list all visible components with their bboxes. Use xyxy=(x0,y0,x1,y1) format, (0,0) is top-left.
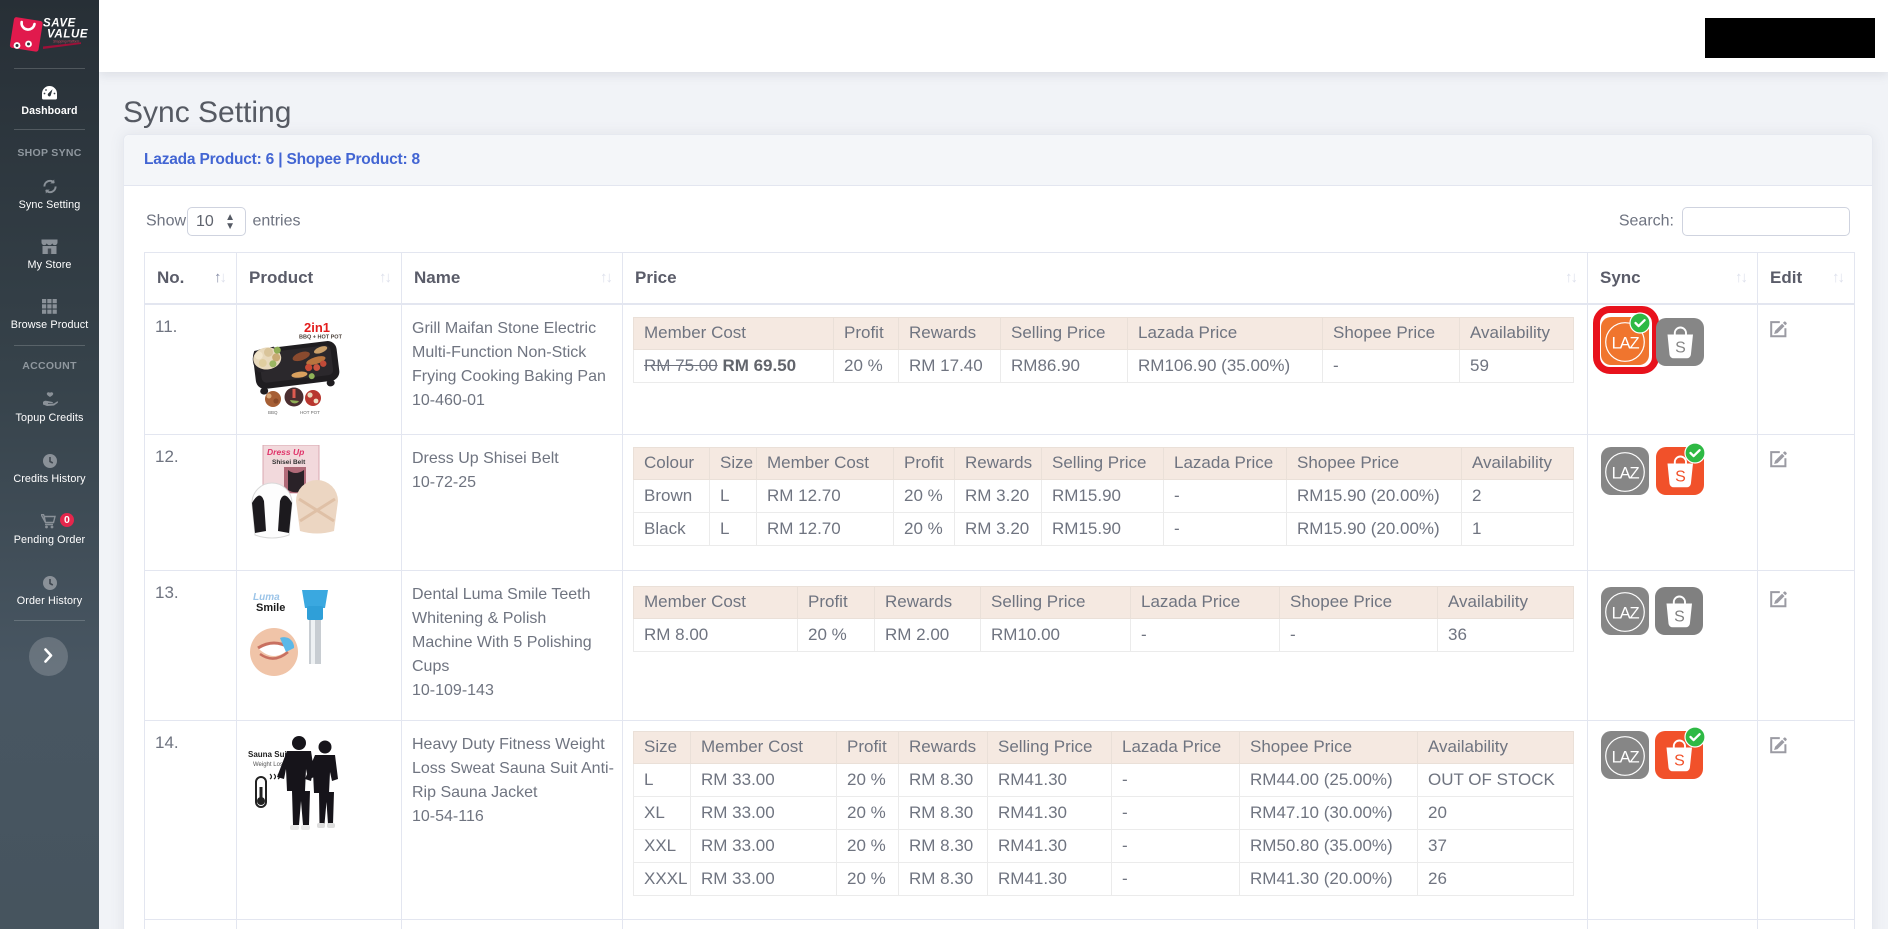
svg-text:LAZ: LAZ xyxy=(1612,604,1640,622)
svg-text:BBQ: BBQ xyxy=(268,410,278,415)
svg-text:HOT POT: HOT POT xyxy=(300,410,320,415)
svg-text:Smile: Smile xyxy=(256,602,285,614)
svg-text:BBQ + HOT POT: BBQ + HOT POT xyxy=(299,334,343,340)
svg-text:LAZ: LAZ xyxy=(1612,464,1640,482)
svg-text:Dress Up: Dress Up xyxy=(267,447,304,457)
svg-text:Shisei Belt: Shisei Belt xyxy=(272,459,306,466)
svg-text:LAZ: LAZ xyxy=(1612,334,1640,352)
svg-text:S: S xyxy=(1675,468,1686,485)
svg-text:Sauna Suit: Sauna Suit xyxy=(248,750,290,759)
svg-text:S: S xyxy=(1674,752,1685,769)
svg-text:S: S xyxy=(1674,608,1685,625)
svg-text:LAZ: LAZ xyxy=(1612,748,1640,766)
svg-text:2in1: 2in1 xyxy=(304,320,330,335)
svg-text:S: S xyxy=(1675,339,1686,356)
